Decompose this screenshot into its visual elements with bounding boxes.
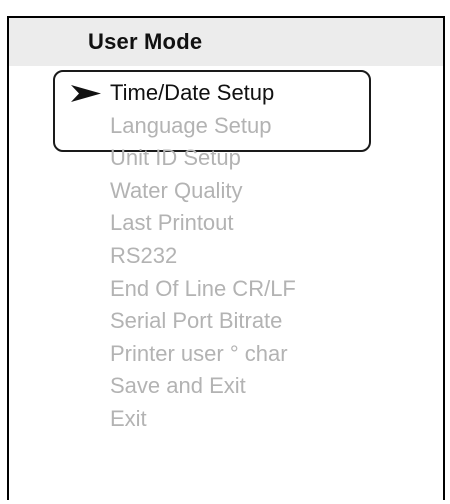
menu-item-label: Printer user ° char	[110, 340, 288, 366]
menu-item-water-quality[interactable]: Water Quality	[9, 175, 443, 208]
menu-item-label: Last Printout	[110, 210, 234, 236]
menu-title: User Mode	[88, 29, 203, 54]
menu-item-label: RS232	[110, 242, 178, 268]
menu-item-label: Save and Exit	[110, 373, 246, 399]
menu-item-save-and-exit[interactable]: Save and Exit	[9, 370, 443, 403]
menu-item-label: Serial Port Bitrate	[110, 308, 283, 334]
menu-item-label: Exit	[110, 405, 147, 431]
menu-list: Time/Date Setup Language Setup Unit ID S…	[9, 77, 443, 436]
menu-item-time-date-setup[interactable]: Time/Date Setup	[9, 77, 443, 110]
user-mode-menu-panel: User Mode Time/Date Setup Language Setup…	[7, 16, 445, 500]
menu-item-rs232[interactable]: RS232	[9, 240, 443, 273]
menu-item-unit-id-setup[interactable]: Unit ID Setup	[9, 142, 443, 175]
menu-item-serial-port-bitrate[interactable]: Serial Port Bitrate	[9, 305, 443, 338]
menu-item-printer-user-char[interactable]: Printer user ° char	[9, 338, 443, 371]
arrowhead-pointer-icon	[71, 85, 101, 102]
menu-item-label: End Of Line CR/LF	[110, 275, 296, 301]
menu-item-label: Water Quality	[110, 177, 243, 203]
menu-header: User Mode	[9, 18, 443, 66]
menu-item-exit[interactable]: Exit	[9, 403, 443, 436]
menu-item-end-of-line[interactable]: End Of Line CR/LF	[9, 273, 443, 306]
menu-item-language-setup[interactable]: Language Setup	[9, 110, 443, 143]
menu-item-label: Time/Date Setup	[110, 80, 275, 105]
menu-item-label: Unit ID Setup	[110, 145, 241, 171]
menu-item-last-printout[interactable]: Last Printout	[9, 207, 443, 240]
menu-item-label: Language Setup	[110, 112, 272, 138]
